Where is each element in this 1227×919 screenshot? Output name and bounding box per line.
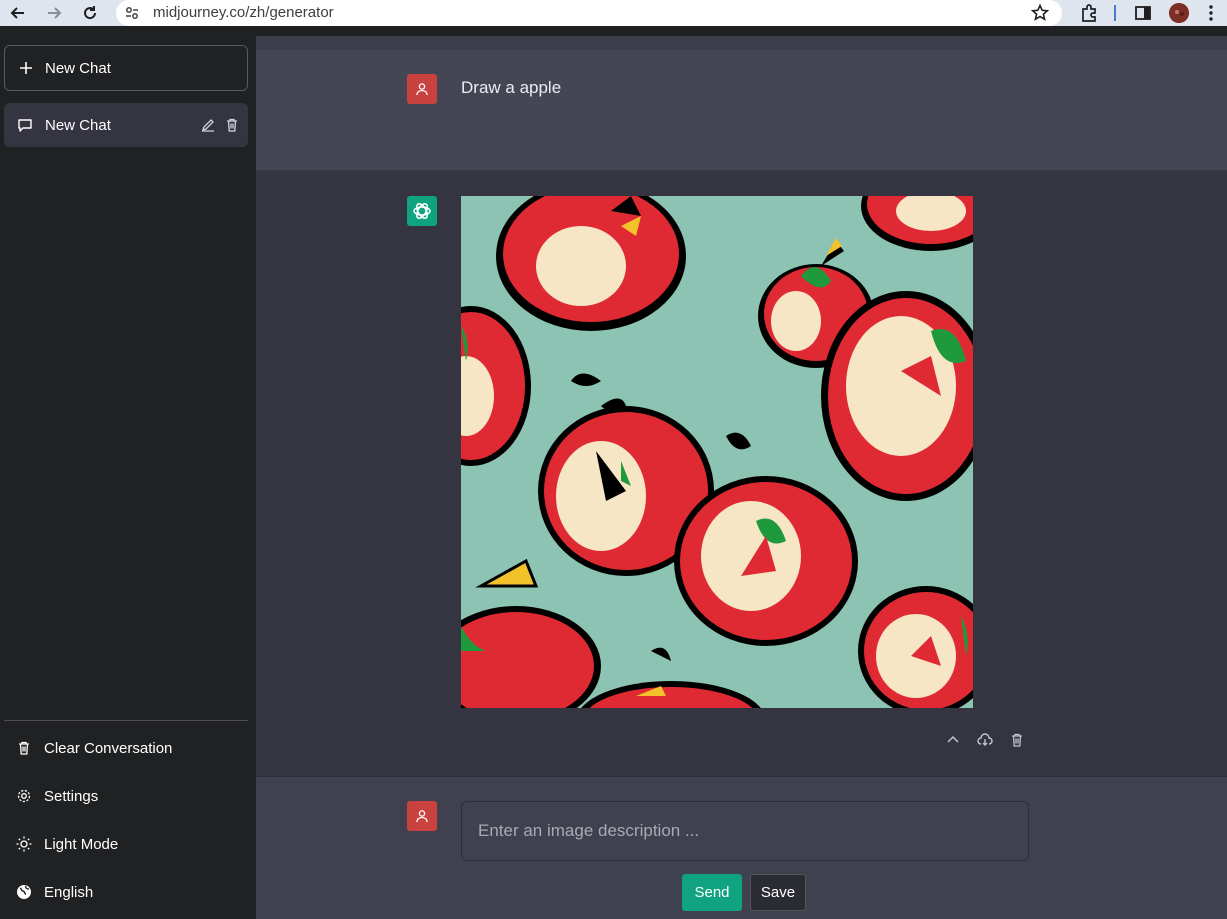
reload-icon[interactable] [80,3,100,23]
send-button[interactable]: Send [682,874,742,911]
light-mode-label: Light Mode [44,835,119,853]
user-avatar-icon [407,74,437,104]
bookmark-star-icon[interactable] [1030,3,1050,23]
assistant-message-row [256,171,1227,776]
clear-conversation-button[interactable]: Clear Conversation [4,728,248,768]
new-chat-button[interactable]: New Chat [4,45,248,91]
composer: Send Save [256,776,1227,919]
side-panel-icon[interactable] [1133,3,1153,23]
pencil-icon[interactable] [200,117,216,133]
user-message-row: Draw a apple [256,50,1227,171]
chat-bubble-icon [17,117,33,133]
trash-icon[interactable] [1008,731,1026,749]
language-button[interactable]: English [4,872,248,912]
site-settings-icon[interactable] [124,5,140,21]
toolbar-separator [1114,5,1116,21]
cloud-download-icon[interactable] [976,731,994,749]
globe-icon [17,885,31,899]
address-bar[interactable]: midjourney.co/zh/generator [116,0,1062,26]
trash-icon [19,741,29,755]
settings-button[interactable]: Settings [4,776,248,816]
plus-icon [20,62,32,74]
sidebar: New Chat New Chat Clear Conversation Set… [0,36,256,919]
language-label: English [44,883,94,901]
new-chat-label: New Chat [45,59,111,77]
profile-avatar[interactable] [1169,3,1189,23]
generated-apple-image[interactable] [461,196,973,708]
sun-icon [16,836,32,852]
trash-icon[interactable] [224,117,240,133]
user-message-text: Draw a apple [461,78,562,97]
top-strip [256,36,1227,50]
forward-arrow-icon[interactable] [44,3,64,23]
clear-conversation-label: Clear Conversation [44,739,173,757]
conversation-area: Draw a apple Enter an image description … [256,36,1227,919]
settings-label: Settings [44,787,99,805]
chat-item-label: New Chat [45,116,111,134]
back-arrow-icon[interactable] [8,3,28,23]
kebab-menu-icon[interactable] [1205,3,1217,23]
gear-icon [17,789,31,803]
save-button[interactable]: Save [750,874,806,911]
sidebar-divider [4,720,248,721]
openai-logo-icon [407,196,437,226]
browser-toolbar: midjourney.co/zh/generator [0,0,1227,26]
user-avatar-icon [407,801,437,831]
image-description-input[interactable] [461,801,1029,861]
extensions-icon[interactable] [1079,3,1099,23]
sidebar-chat-item[interactable]: New Chat [4,103,248,147]
light-mode-button[interactable]: Light Mode [4,824,248,864]
url-text: midjourney.co/zh/generator [153,4,334,21]
chevron-up-icon[interactable] [944,731,962,749]
